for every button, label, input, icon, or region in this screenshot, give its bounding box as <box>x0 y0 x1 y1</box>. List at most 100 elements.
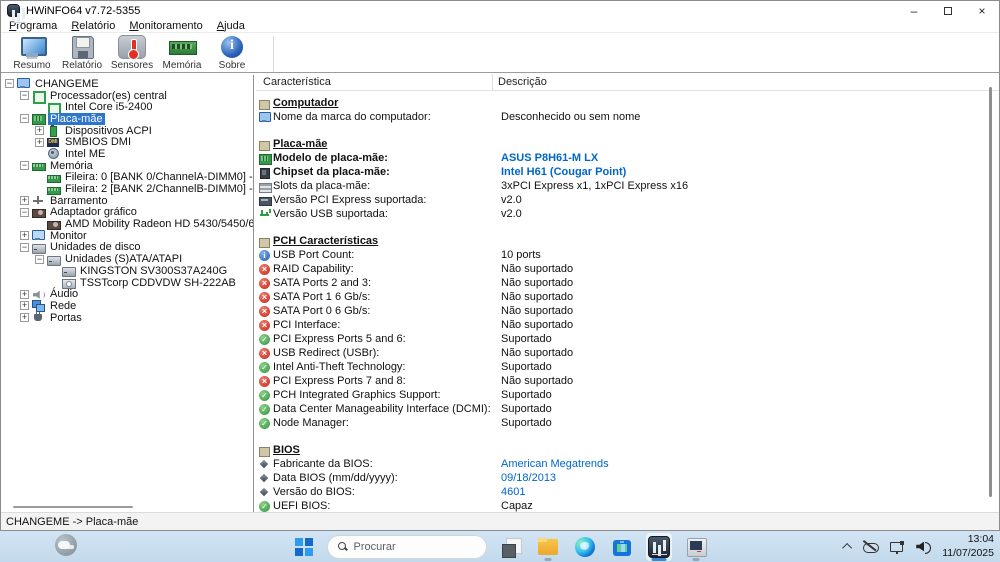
tree-item-fileira-0-bank-0-channela-dimm0-4-gb-pc3[interactable]: Fileira: 0 [BANK 0/ChannelA-DIMM0] - 4 G… <box>1 171 253 183</box>
tree-item-smbios-dmi[interactable]: + SMBIOS DMI <box>1 136 253 148</box>
detail-row-sata-port-1-6-gb-s[interactable]: SATA Port 1 6 Gb/s: Não suportado <box>259 290 999 304</box>
tree-toggle[interactable]: + <box>20 196 29 206</box>
tree-item-fileira-2-bank-2-channelb-dimm0-4-gb-pc3[interactable]: Fileira: 2 [BANK 2/ChannelB-DIMM0] - 4 G… <box>1 183 253 195</box>
tree-toggle[interactable]: − <box>35 254 44 264</box>
tree-toggle[interactable]: + <box>35 137 44 147</box>
tree-item-rede[interactable]: + Rede <box>1 300 253 313</box>
detail-row-pch-integrated-graphics-support[interactable]: PCH Integrated Graphics Support: Suportad… <box>259 388 999 402</box>
detail-row-raid-capability[interactable]: RAID Capability: Não suportado <box>259 262 999 276</box>
tree-toggle[interactable]: + <box>20 313 29 323</box>
close-button[interactable]: × <box>965 1 999 20</box>
detail-row-data-center-manageability-interface-dcmi[interactable]: Data Center Manageability Interface (DCM… <box>259 402 999 416</box>
tree-toggle[interactable]: + <box>20 289 29 299</box>
toolbar-button-memoria[interactable]: Memória <box>157 35 207 71</box>
toolbar-button-sensores[interactable]: Sensores <box>107 35 157 71</box>
not-supported-icon <box>259 347 270 359</box>
tree-item-unidades-de-disco[interactable]: − Unidades de disco <box>1 241 253 254</box>
tree-toggle[interactable]: + <box>20 231 29 241</box>
toolbar-button-label: Relatório <box>61 60 103 71</box>
taskbar-edge-app[interactable] <box>572 533 598 561</box>
taskbar-desktop-app[interactable] <box>498 533 524 561</box>
taskbar-store-app[interactable] <box>609 533 635 561</box>
detail-label: Intel Anti-Theft Technology: <box>273 361 406 373</box>
menu-item-monitoramento[interactable]: Monitoramento <box>129 20 202 32</box>
detail-row-sata-ports-2-and-3[interactable]: SATA Ports 2 and 3: Não suportado <box>259 276 999 290</box>
start-button[interactable] <box>292 535 316 559</box>
tree-item-processador-es-central[interactable]: − Processador(es) central <box>1 90 253 105</box>
detail-row-intel-anti-theft-technology[interactable]: Intel Anti-Theft Technology: Suportado <box>259 360 999 374</box>
network-icon[interactable] <box>890 540 905 553</box>
detail-row-modelo-de-placa-mae[interactable]: Modelo de placa-mãe: ASUS P8H61-M LX <box>259 151 999 165</box>
maximize-button[interactable] <box>931 1 965 20</box>
toolbar-button-resumo[interactable]: Resumo <box>7 35 57 71</box>
tree-toggle[interactable]: + <box>35 126 44 136</box>
toolbar-button-sobre[interactable]: Sobre <box>207 35 257 71</box>
tree-item-changeme[interactable]: − CHANGEME <box>1 78 253 90</box>
tree-toggle[interactable]: − <box>20 207 29 217</box>
section-header: BIOS <box>259 443 999 457</box>
menu-item-ajuda[interactable]: Ajuda <box>217 20 245 32</box>
tree-item-audio[interactable]: + Áudio <box>1 288 253 300</box>
detail-row-slots-da-placa-mae[interactable]: Slots da placa-mãe: 3xPCI Express x1, 1xP… <box>259 179 999 193</box>
detail-label: SATA Port 0 6 Gb/s: <box>273 305 371 317</box>
detail-row-pci-interface[interactable]: PCI Interface: Não suportado <box>259 318 999 332</box>
tree-item-kingston-sv300s37a240g[interactable]: KINGSTON SV300S37A240G <box>1 265 253 278</box>
detail-row-data-bios-mm-dd-yyyy[interactable]: Data BIOS (mm/dd/yyyy): 09/18/2013 <box>259 471 999 485</box>
detail-label: Chipset da placa-mãe: <box>273 166 390 178</box>
detail-row-pci-express-ports-5-and-6[interactable]: PCI Express Ports 5 and 6: Suportado <box>259 332 999 346</box>
detail-row-versao-usb-suportada[interactable]: Versão USB suportada: v2.0 <box>259 207 999 221</box>
tree-toggle <box>35 185 44 194</box>
tree-toggle[interactable]: − <box>20 242 29 252</box>
tree-item-amd-mobility-radeon-hd-5430-5450-62x0[interactable]: AMD Mobility Radeon HD 5430/5450/62x0 <box>1 218 253 230</box>
tree-item-placa-mae[interactable]: − Placa-mãe <box>1 112 253 126</box>
detail-row-fabricante-da-bios[interactable]: Fabricante da BIOS: American Megatrends <box>259 457 999 471</box>
tree-toggle[interactable]: + <box>20 301 29 311</box>
tree-toggle[interactable]: − <box>20 161 29 171</box>
detail-row-sata-port-0-6-gb-s[interactable]: SATA Port 0 6 Gb/s: Não suportado <box>259 304 999 318</box>
detail-row-pci-express-ports-7-and-8[interactable]: PCI Express Ports 7 and 8: Não suportado <box>259 374 999 388</box>
taskbar-hwinfo-app[interactable] <box>645 532 672 561</box>
detail-row-chipset-da-placa-mae[interactable]: Chipset da placa-mãe: Intel H61 (Cougar P… <box>259 165 999 179</box>
tree-item-tsstcorp-cddvdw-sh-222ab[interactable]: TSSTcorp CDDVDW SH-222AB <box>1 277 253 290</box>
tree-item-adaptador-grafico[interactable]: − Adaptador gráfico <box>1 206 253 218</box>
detail-row-nome-da-marca-do-computador[interactable]: Nome da marca do computador: Desconhecido… <box>259 110 999 124</box>
summary-icon <box>18 35 47 59</box>
detail-rows: Computador Nome da marca do computador: De… <box>256 91 999 512</box>
tree-toggle[interactable]: − <box>20 91 29 101</box>
detail-row-versao-pci-express-suportada[interactable]: Versão PCI Express suportada: v2.0 <box>259 193 999 207</box>
tree-toggle[interactable]: − <box>5 79 14 89</box>
detail-row-node-manager[interactable]: Node Manager: Suportado <box>259 416 999 430</box>
column-header-caracteristica[interactable]: Característica <box>263 76 331 88</box>
detail-row-usb-redirect-usbr[interactable]: USB Redirect (USBr): Não suportado <box>259 346 999 360</box>
detail-row-uefi-bios[interactable]: UEFI BIOS: Capaz <box>259 499 999 512</box>
tree-item-portas[interactable]: + Portas <box>1 312 253 324</box>
column-divider[interactable] <box>492 74 493 90</box>
ports-icon <box>32 312 44 323</box>
detail-row-usb-port-count[interactable]: USB Port Count: 10 ports <box>259 248 999 262</box>
tree-item-dispositivos-acpi[interactable]: + Dispositivos ACPI <box>1 125 253 138</box>
taskbar-editor-app[interactable] <box>683 533 709 561</box>
taskbar-file-explorer-app[interactable] <box>535 533 561 561</box>
toolbar-button-relatorio[interactable]: Relatório <box>57 35 107 71</box>
minimize-button[interactable]: – <box>897 1 931 20</box>
column-header-descricao[interactable]: Descrição <box>498 76 547 88</box>
title-bar: HWiNFO64 v7.72-5355 – × <box>1 1 999 23</box>
taskbar-search[interactable]: Procurar <box>326 534 487 559</box>
tree-item-barramento[interactable]: + Barramento <box>1 195 253 207</box>
tree-item-memoria[interactable]: − Memória <box>1 160 253 172</box>
menu-item-relatorio[interactable]: Relatório <box>71 20 115 32</box>
tree-item-intel-me[interactable]: Intel ME <box>1 148 253 160</box>
volume-icon[interactable] <box>916 541 932 554</box>
cloud-off-icon[interactable] <box>863 541 880 553</box>
tree-item-unidades-s-ata-atapi[interactable]: − Unidades (S)ATA/ATAPI <box>1 253 253 266</box>
detail-vertical-scrollbar[interactable] <box>989 87 992 497</box>
toolbar-button-label: Sensores <box>110 60 154 71</box>
tree-horizontal-scrollbar[interactable] <box>1 503 253 510</box>
supported-icon <box>259 417 270 429</box>
scrollbar-thumb[interactable] <box>13 506 133 508</box>
tree-item-monitor[interactable]: + Monitor <box>1 230 253 242</box>
detail-row-versao-do-bios[interactable]: Versão do BIOS: 4601 <box>259 485 999 499</box>
tree-item-intel-core-i5-2400[interactable]: Intel Core i5-2400 <box>1 101 253 116</box>
clock[interactable]: 13:04 11/07/2025 <box>942 533 994 559</box>
tree-toggle[interactable]: − <box>20 114 29 124</box>
